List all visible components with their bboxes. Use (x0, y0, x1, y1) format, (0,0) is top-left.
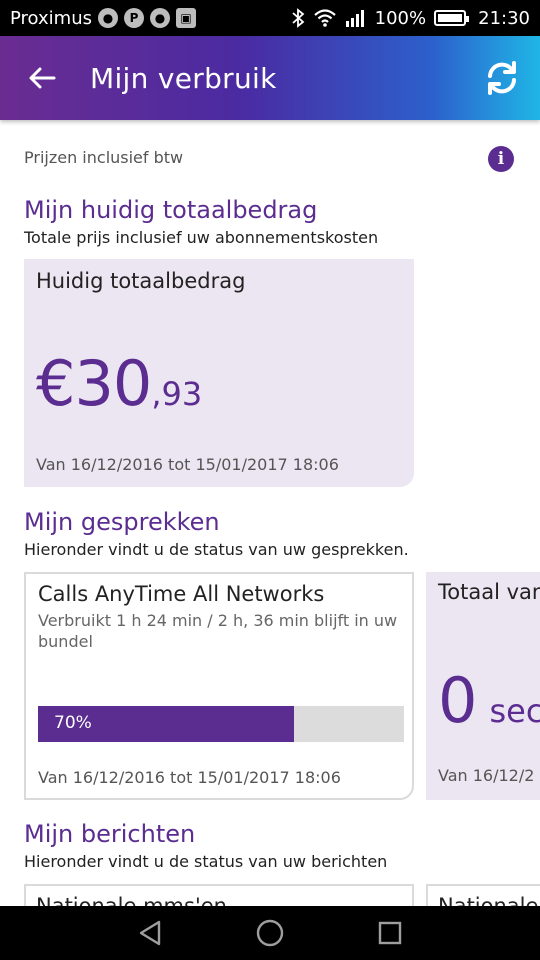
usage-content[interactable]: Prijzen inclusief btw i Mijn huidig tota… (0, 120, 540, 906)
app-bar: Mijn verbruik (0, 36, 540, 120)
vat-note: Prijzen inclusief btw (24, 148, 184, 167)
home-nav-button[interactable] (248, 911, 292, 955)
total-amount: €30 ,93 (36, 347, 202, 420)
card-period: Van 16/12/2016 tot 15/01/2017 18:06 (38, 768, 341, 787)
calls-section-subtitle: Hieronder vindt u de status van uw gespr… (24, 540, 409, 559)
card-heading: Huidig totaalbedrag (36, 269, 246, 293)
total-amount-card[interactable]: Huidig totaalbedrag €30 ,93 Van 16/12/20… (24, 259, 414, 487)
info-icon[interactable]: i (488, 146, 514, 172)
system-nav-bar (0, 906, 540, 960)
card-period: Van 16/12/2 (438, 766, 535, 785)
amount-cents: ,93 (151, 375, 203, 413)
card-heading: Nationale mms'en (36, 894, 227, 906)
circle-home-icon (256, 919, 284, 947)
status-bar: Proximus ● P ● ▣ 100% 21:30 (0, 0, 540, 36)
wifi-icon (313, 9, 336, 27)
page-title: Mijn verbruik (90, 61, 277, 95)
messages-card[interactable]: Nationale mms'en (24, 884, 414, 906)
back-nav-button[interactable] (128, 911, 172, 955)
usage-text: Verbruikt 1 h 24 min / 2 h, 36 min blijf… (38, 611, 398, 651)
progress-label: 70% (54, 713, 92, 733)
battery-icon (434, 10, 470, 26)
messages-section-title: Mijn berichten (24, 820, 196, 848)
total-calls-card[interactable]: Totaal van 0 sec Van 16/12/2 (426, 572, 540, 800)
refresh-icon (488, 61, 516, 95)
status-right: 100% 21:30 (291, 8, 530, 29)
signal-icon (345, 10, 364, 27)
value-main: 0 (438, 664, 478, 737)
back-button[interactable] (22, 58, 62, 98)
total-section-title: Mijn huidig totaalbedrag (24, 196, 318, 224)
card-heading: Nationale (438, 894, 539, 906)
value-unit: sec (489, 692, 540, 730)
battery-percent: 100% (374, 7, 427, 29)
clock: 21:30 (478, 7, 530, 29)
carrier-name: Proximus (10, 7, 92, 29)
calls-section-title: Mijn gesprekken (24, 508, 220, 536)
card-heading: Calls AnyTime All Networks (38, 582, 325, 606)
card-period: Van 16/12/2016 tot 15/01/2017 18:06 (36, 455, 339, 474)
messages-section-subtitle: Hieronder vindt u de status van uw beric… (24, 852, 388, 871)
total-calls-value: 0 sec (438, 664, 540, 737)
recents-nav-button[interactable] (368, 911, 412, 955)
messages-card[interactable]: Nationale (426, 884, 540, 906)
status-left: Proximus ● P ● ▣ (10, 8, 196, 29)
photo-icon: ▣ (175, 8, 196, 28)
refresh-button[interactable] (480, 56, 524, 100)
pinterest-icon: P (123, 8, 144, 28)
arrow-left-icon (29, 67, 56, 89)
total-section-subtitle: Totale prijs inclusief uw abonnementskos… (24, 228, 379, 247)
card-heading: Totaal van (438, 580, 540, 604)
bluetooth-icon (292, 8, 305, 28)
person-icon: ● (149, 8, 170, 28)
person-icon: ● (97, 8, 118, 28)
calls-bundle-card[interactable]: Calls AnyTime All Networks Verbruikt 1 h… (24, 572, 414, 800)
triangle-back-icon (139, 920, 161, 946)
square-recents-icon (378, 921, 402, 945)
usage-progress-bar: 70% (38, 706, 404, 742)
amount-main: €30 (36, 347, 152, 420)
